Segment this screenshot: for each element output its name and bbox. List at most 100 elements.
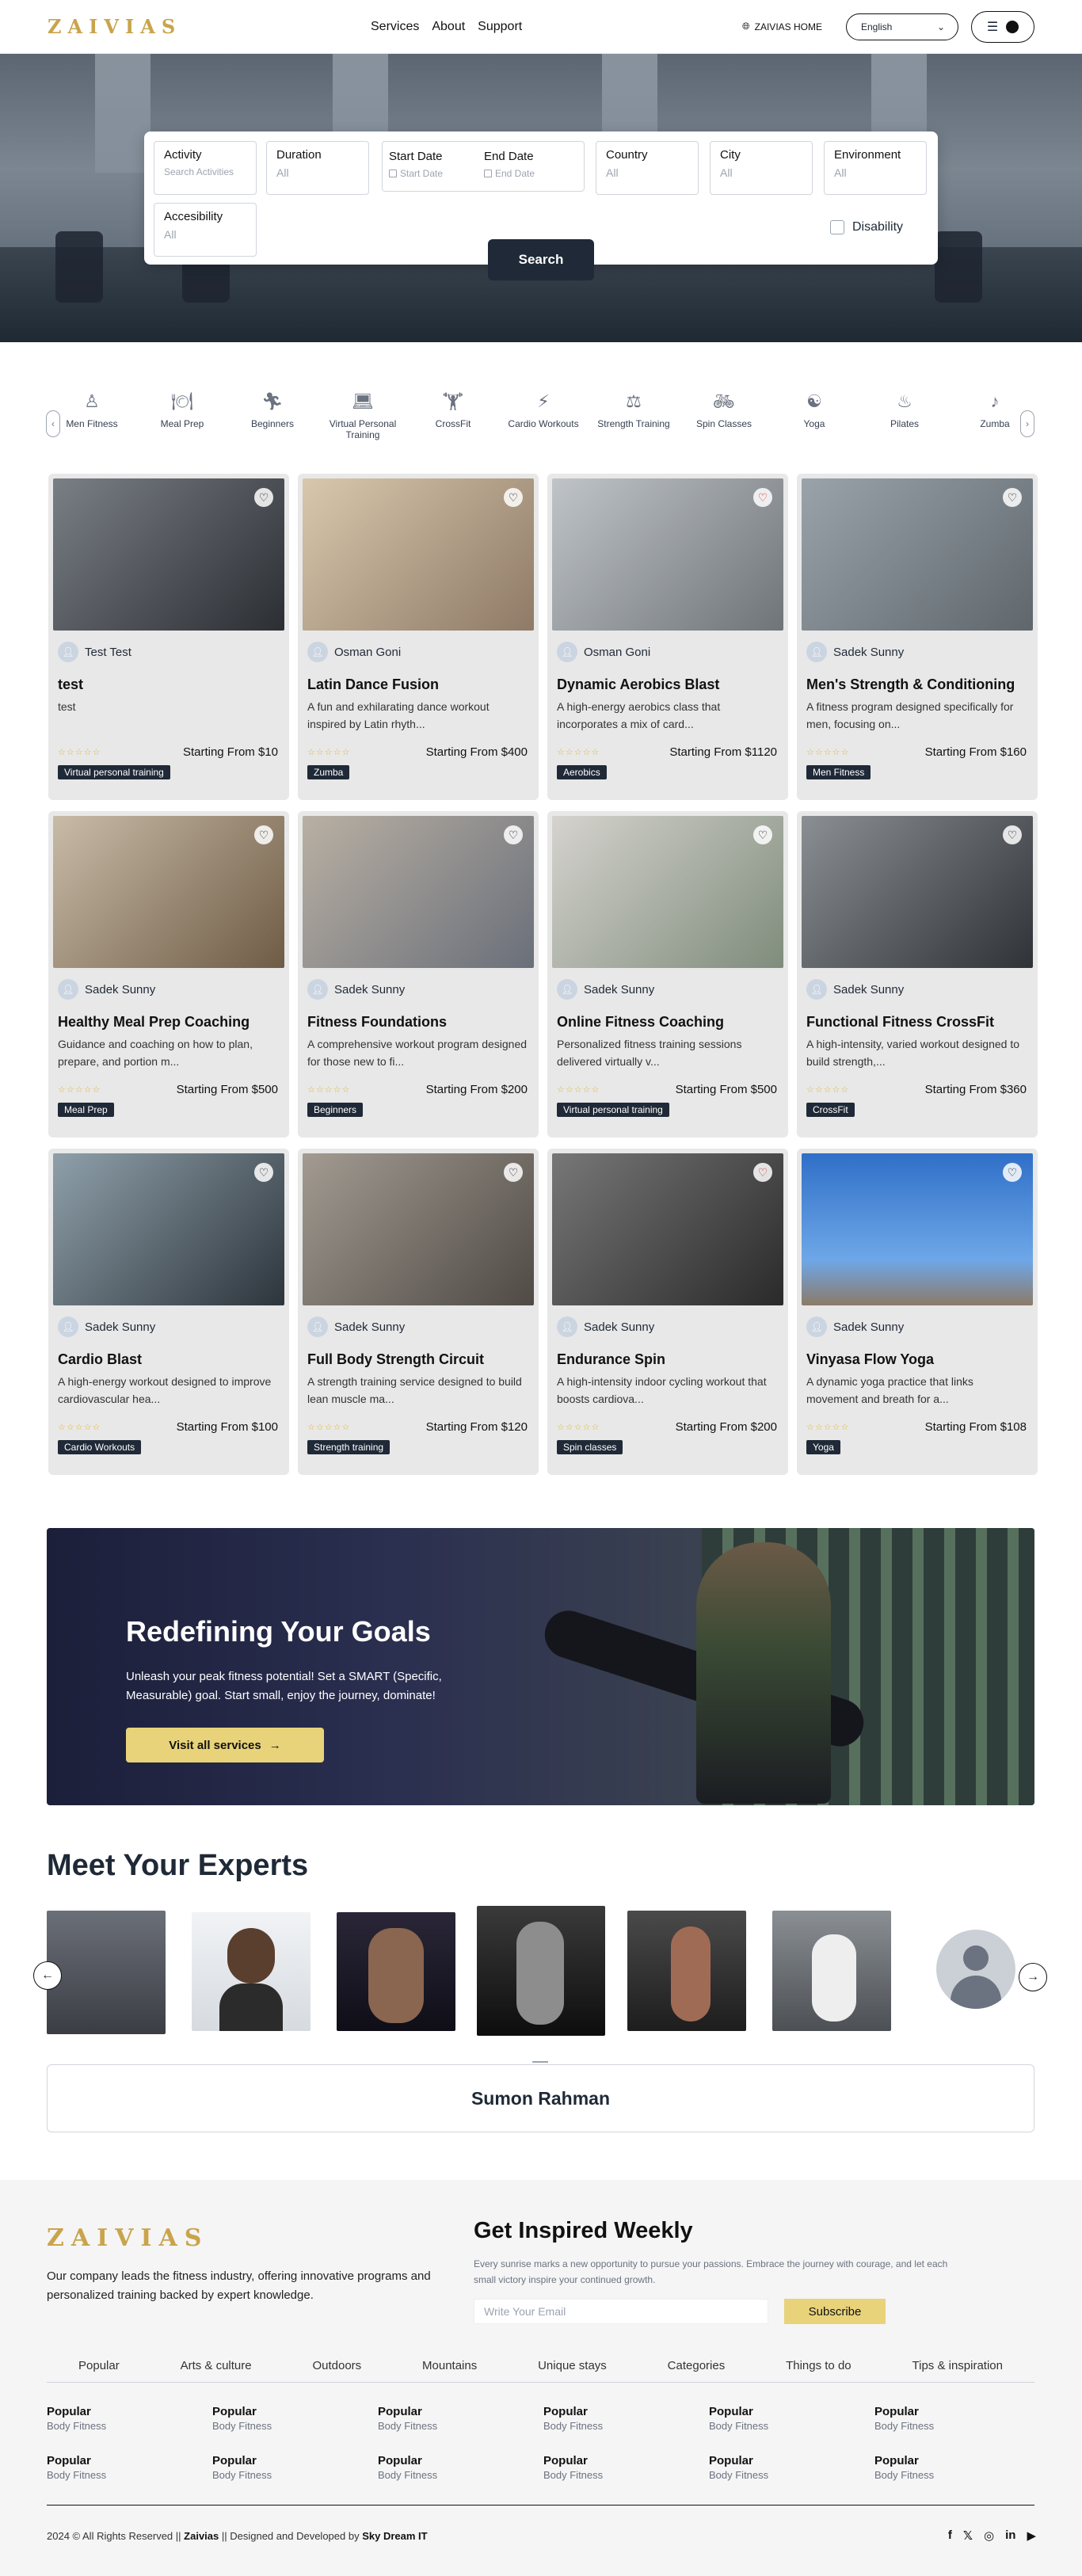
expert-photo[interactable] — [47, 1911, 166, 2034]
home-link[interactable]: 🌐︎ ZAIVIAS HOME — [742, 21, 822, 32]
service-tag[interactable]: Spin classes — [557, 1440, 623, 1454]
service-title[interactable]: test — [58, 676, 284, 693]
footer-link[interactable]: Popular Body Fitness — [212, 2454, 272, 2481]
facebook-icon[interactable]: f — [948, 2528, 952, 2543]
expert-photo[interactable] — [477, 1906, 605, 2036]
expert-photo[interactable] — [627, 1911, 746, 2031]
footer-link[interactable]: Popular Body Fitness — [378, 2454, 437, 2481]
heart-icon[interactable]: ♡ — [504, 1163, 523, 1182]
footer-link[interactable]: Popular Body Fitness — [543, 2405, 603, 2432]
service-image[interactable]: ♡ — [303, 478, 534, 631]
service-tag[interactable]: Virtual personal training — [58, 765, 170, 779]
instagram-icon[interactable]: ◎ — [984, 2528, 994, 2543]
city-field[interactable]: City All — [710, 141, 813, 195]
service-card[interactable]: ♡ 👤︎ Sadek Sunny Men's Strength & Condition… — [797, 474, 1038, 800]
nav-support[interactable]: Support — [478, 20, 522, 34]
footer-logo[interactable]: ZAIVIAS — [47, 2224, 208, 2252]
category-meal-prep[interactable]: 🍽︎ Meal Prep — [143, 390, 222, 429]
service-card[interactable]: ♡ 👤︎ Sadek Sunny Healthy Meal Prep Coaching… — [48, 811, 289, 1137]
heart-icon[interactable]: ♡ — [753, 488, 772, 507]
heart-icon[interactable]: ♡ — [1003, 488, 1022, 507]
user-menu-button[interactable]: ☰ — [971, 10, 1034, 43]
nav-services[interactable]: Services — [371, 20, 419, 34]
service-title[interactable]: Dynamic Aerobics Blast — [557, 676, 783, 693]
service-tag[interactable]: Strength training — [307, 1440, 391, 1454]
end-date-field[interactable]: End Date End Date — [484, 150, 535, 179]
footer-link[interactable]: Popular Body Fitness — [378, 2405, 437, 2432]
subscribe-button[interactable]: Subscribe — [784, 2299, 886, 2324]
start-date-field[interactable]: Start Date Start Date — [389, 150, 443, 179]
service-card[interactable]: ♡ 👤︎ Sadek Sunny Endurance Spin A high-inten… — [547, 1149, 788, 1475]
service-title[interactable]: Endurance Spin — [557, 1351, 783, 1368]
service-title[interactable]: Functional Fitness CrossFit — [806, 1014, 1033, 1031]
footer-tab[interactable]: Mountains — [422, 2359, 477, 2372]
category-yoga[interactable]: ☯︎ Yoga — [775, 390, 854, 429]
footer-link[interactable]: Popular Body Fitness — [47, 2454, 106, 2481]
footer-tab[interactable]: Tips & inspiration — [912, 2359, 1004, 2372]
youtube-icon[interactable]: ▶ — [1027, 2528, 1036, 2543]
service-card[interactable]: ♡ 👤︎ Osman Goni Latin Dance Fusion A fun and… — [298, 474, 539, 800]
service-image[interactable]: ♡ — [552, 816, 783, 968]
copyright-brand[interactable]: Zaivias — [184, 2530, 219, 2542]
service-image[interactable]: ♡ — [802, 816, 1033, 968]
nav-about[interactable]: About — [432, 20, 465, 34]
service-card[interactable]: ♡ 👤︎ Sadek Sunny Functional Fitness CrossFi… — [797, 811, 1038, 1137]
expert-avatar-placeholder[interactable] — [936, 1930, 1015, 2009]
country-field[interactable]: Country All — [596, 141, 699, 195]
category-crossfit[interactable]: 🏋︎ CrossFit — [413, 390, 493, 429]
footer-tab[interactable]: Outdoors — [312, 2359, 361, 2372]
service-title[interactable]: Online Fitness Coaching — [557, 1014, 783, 1031]
developer-link[interactable]: Sky Dream IT — [362, 2530, 427, 2542]
heart-icon[interactable]: ♡ — [254, 488, 273, 507]
linkedin-icon[interactable]: in — [1005, 2528, 1015, 2543]
heart-icon[interactable]: ♡ — [753, 1163, 772, 1182]
category-virtual-training[interactable]: 💻︎ Virtual Personal Training — [323, 390, 402, 440]
service-image[interactable]: ♡ — [802, 478, 1033, 631]
accessibility-field[interactable]: Accesibility All — [154, 203, 257, 257]
heart-icon[interactable]: ♡ — [254, 1163, 273, 1182]
visit-services-button[interactable]: Visit all services → — [126, 1728, 324, 1762]
service-image[interactable]: ♡ — [53, 816, 284, 968]
service-title[interactable]: Men's Strength & Conditioning — [806, 676, 1033, 693]
category-cardio[interactable]: ⚡︎ Cardio Workouts — [504, 390, 583, 429]
service-image[interactable]: ♡ — [802, 1153, 1033, 1305]
service-image[interactable]: ♡ — [53, 478, 284, 631]
experts-prev-button[interactable]: ← — [33, 1961, 62, 1990]
service-tag[interactable]: Beginners — [307, 1103, 364, 1117]
newsletter-email-input[interactable]: Write Your Email — [474, 2299, 768, 2324]
category-pilates[interactable]: ♨︎ Pilates — [865, 390, 944, 429]
category-spin[interactable]: 🚲︎ Spin Classes — [684, 390, 764, 429]
service-image[interactable]: ♡ — [303, 816, 534, 968]
service-card[interactable]: ♡ 👤︎ Sadek Sunny Cardio Blast A high-energy … — [48, 1149, 289, 1475]
category-men-fitness[interactable]: ♙ Men Fitness — [52, 390, 131, 429]
experts-next-button[interactable]: → — [1019, 1963, 1047, 1991]
service-tag[interactable]: Meal Prep — [58, 1103, 114, 1117]
category-next-button[interactable]: › — [1020, 410, 1034, 437]
service-card[interactable]: ♡ 👤︎ Sadek Sunny Fitness Foundations A compr… — [298, 811, 539, 1137]
service-card[interactable]: ♡ 👤︎ Sadek Sunny Vinyasa Flow Yoga A dynamic… — [797, 1149, 1038, 1475]
heart-icon[interactable]: ♡ — [1003, 1163, 1022, 1182]
footer-link[interactable]: Popular Body Fitness — [212, 2405, 272, 2432]
service-card[interactable]: ♡ 👤︎ Osman Goni Dynamic Aerobics Blast A hig… — [547, 474, 788, 800]
footer-tab[interactable]: Things to do — [786, 2359, 852, 2372]
footer-tab[interactable]: Arts & culture — [181, 2359, 252, 2372]
service-card[interactable]: ♡ 👤︎ Test Test test test ☆☆☆☆☆ Starting From $… — [48, 474, 289, 800]
category-beginners[interactable]: 🏃︎ Beginners — [233, 390, 312, 429]
heart-icon[interactable]: ♡ — [1003, 825, 1022, 844]
expert-photo[interactable] — [337, 1912, 455, 2031]
duration-field[interactable]: Duration All — [266, 141, 369, 195]
service-tag[interactable]: Men Fitness — [806, 765, 871, 779]
footer-link[interactable]: Popular Body Fitness — [543, 2454, 603, 2481]
x-icon[interactable]: 𝕏 — [963, 2528, 973, 2543]
footer-tab[interactable]: Popular — [78, 2359, 120, 2372]
service-card[interactable]: ♡ 👤︎ Sadek Sunny Full Body Strength Circuit… — [298, 1149, 539, 1475]
search-button[interactable]: Search — [488, 239, 594, 280]
heart-icon[interactable]: ♡ — [753, 825, 772, 844]
heart-icon[interactable]: ♡ — [254, 825, 273, 844]
service-tag[interactable]: Zumba — [307, 765, 350, 779]
service-tag[interactable]: Aerobics — [557, 765, 607, 779]
language-select[interactable]: English ⌄ — [846, 13, 958, 40]
footer-tab[interactable]: Categories — [668, 2359, 726, 2372]
service-tag[interactable]: Cardio Workouts — [58, 1440, 142, 1454]
heart-icon[interactable]: ♡ — [504, 825, 523, 844]
